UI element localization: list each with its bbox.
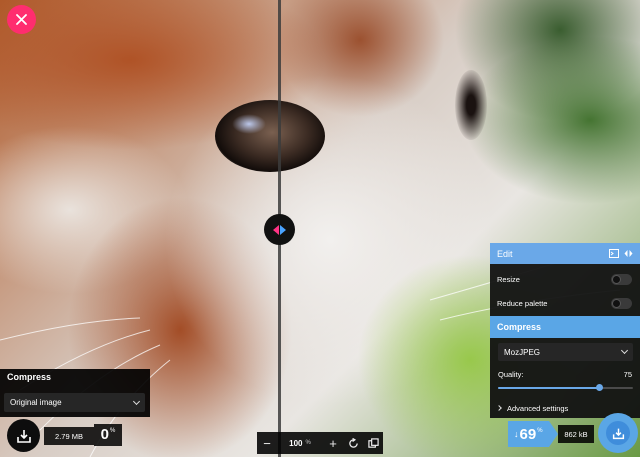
- zoom-value[interactable]: 100 %: [277, 432, 323, 454]
- quality-value: 75: [623, 370, 632, 379]
- zoom-toolbar: − 100 % +: [257, 432, 383, 454]
- reduce-palette-label: Reduce palette: [497, 298, 548, 308]
- reduce-palette-row: Reduce palette: [490, 292, 640, 314]
- advanced-settings-label: Advanced settings: [507, 403, 569, 413]
- zoom-value-unit: %: [305, 440, 311, 446]
- layers-icon: [367, 437, 379, 448]
- resize-row: Resize: [490, 268, 640, 290]
- compressed-savings-value: 69: [519, 425, 537, 443]
- quality-slider-thumb[interactable]: [596, 384, 604, 391]
- compress-title: Compress: [497, 322, 542, 332]
- method-value: MozJPEG: [504, 347, 541, 357]
- background-toggle-button[interactable]: [363, 432, 383, 454]
- resize-toggle[interactable]: [611, 273, 632, 285]
- arrow-left-icon: [273, 224, 279, 235]
- original-savings: 0 %: [94, 424, 122, 446]
- compressed-size: 862 kB: [558, 425, 594, 443]
- left-method-select[interactable]: Original image: [4, 393, 145, 412]
- download-icon: [612, 428, 624, 439]
- left-compress-panel: Compress Original image: [0, 369, 150, 417]
- chevron-down-icon: [132, 397, 141, 405]
- original-size: 2.79 MB: [44, 427, 94, 445]
- compressed-savings-unit: %: [537, 428, 543, 434]
- reduce-palette-toggle[interactable]: [611, 297, 632, 309]
- edit-header: Edit: [490, 243, 640, 264]
- zoom-value-number: 100: [289, 438, 303, 448]
- original-savings-unit: %: [110, 428, 116, 434]
- left-method-value: Original image: [10, 398, 62, 407]
- quality-slider[interactable]: [498, 384, 633, 391]
- compressed-savings-badge: ↓ 69 %: [508, 421, 558, 447]
- compress-header: Compress: [490, 316, 640, 338]
- arrow-right-icon: [280, 224, 286, 235]
- resize-label: Resize: [497, 274, 520, 284]
- original-savings-value: 0: [100, 426, 109, 443]
- terminal-icon[interactable]: [609, 249, 619, 258]
- download-icon: [16, 429, 31, 443]
- method-select[interactable]: MozJPEG: [498, 343, 633, 361]
- close-icon: [16, 14, 27, 25]
- zoom-out-button[interactable]: −: [257, 432, 277, 454]
- quality-slider-fill: [498, 387, 600, 389]
- swap-sides-icon[interactable]: [624, 249, 633, 258]
- down-arrow-icon: ↓: [514, 429, 519, 439]
- download-original-button[interactable]: [7, 419, 40, 452]
- rotate-icon: [348, 437, 358, 448]
- chevron-down-icon: [620, 346, 629, 355]
- rotate-button[interactable]: [343, 432, 363, 454]
- download-compressed-inner: [606, 421, 630, 445]
- download-compressed-button[interactable]: [598, 413, 638, 453]
- zoom-in-button[interactable]: +: [323, 432, 343, 454]
- split-handle[interactable]: [264, 214, 295, 245]
- right-settings-panel: Edit Resize Reduce palette Compress MozJ…: [490, 243, 640, 418]
- edit-title: Edit: [497, 248, 513, 259]
- quality-row: Quality: 75: [490, 370, 640, 384]
- left-compress-title: Compress: [7, 372, 52, 382]
- close-button[interactable]: [7, 5, 36, 34]
- quality-label: Quality:: [498, 370, 524, 379]
- chevron-right-icon: [496, 405, 502, 411]
